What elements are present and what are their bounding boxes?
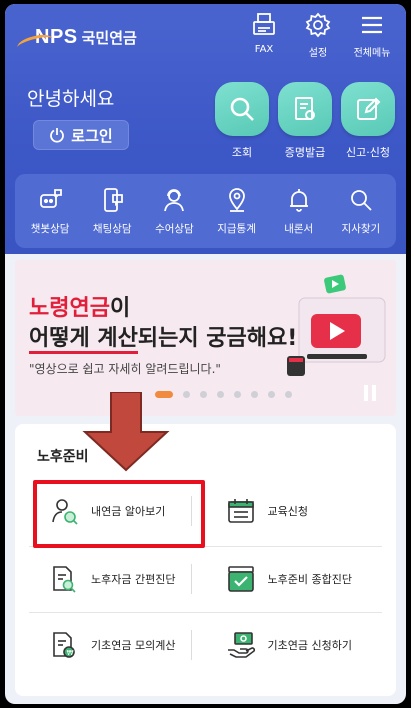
location-pin-icon: [228, 187, 245, 212]
coin-document-icon: ₩: [53, 632, 75, 658]
retirement-full-check-button[interactable]: 노후준비 종합진단: [206, 550, 383, 608]
slide-dot[interactable]: [183, 391, 190, 398]
all-menu-button[interactable]: 전체메뉴: [352, 12, 392, 59]
basic-pension-calc-label: 기초연금 모의계산: [91, 639, 176, 652]
chat-icon: [104, 187, 124, 212]
menu-payment-stats-label: 지급통계: [217, 222, 256, 235]
menu-sign-language-label: 수어상담: [155, 222, 194, 235]
quick-report-label: 신고·신청: [346, 146, 390, 159]
divider-vertical: [191, 564, 192, 594]
document-search-icon: [53, 566, 76, 593]
slide-dot[interactable]: [234, 391, 241, 398]
menu-chatbot[interactable]: 챗봇상담: [22, 187, 78, 236]
retirement-quick-check-button[interactable]: 노후자금 간편진단: [29, 550, 206, 608]
login-label: 로그인: [71, 126, 113, 145]
promo-banner[interactable]: 노령연금이 어떻게 계산되는지 궁금해요! "영상으로 쉽고 자세히 알려드립니…: [15, 260, 396, 416]
card-row-2: 노후자금 간편진단 노후준비 종합진단: [29, 550, 382, 608]
slide-indicator: [155, 391, 292, 398]
menu-icon: [362, 16, 382, 34]
menu-branch-search-label: 지사찾기: [341, 222, 381, 235]
pause-icon: [364, 385, 368, 401]
hand-money-icon: [227, 632, 255, 658]
basic-pension-apply-button[interactable]: 기초연금 신청하기: [206, 616, 383, 674]
card-row-3: ₩ 기초연금 모의계산 기초연금 신청하기: [29, 616, 382, 674]
banner-underlined-text: 어떻게 계산: [29, 326, 138, 354]
slide-dot[interactable]: [268, 391, 275, 398]
basic-pension-apply-label: 기초연금 신청하기: [267, 639, 352, 652]
quick-search-label: 조회: [231, 146, 253, 159]
power-icon: [50, 128, 65, 143]
logo-kr-text: 국민연금: [81, 28, 137, 47]
settings-label: 설정: [308, 48, 328, 59]
annotation-arrow: [82, 392, 170, 472]
quick-report-button[interactable]: 신고·신청: [341, 82, 395, 160]
pause-button[interactable]: [364, 385, 378, 401]
report-tile: [341, 82, 395, 136]
settings-icon: [305, 12, 331, 38]
headset-person-icon: [164, 188, 185, 211]
all-menu-label: 전체메뉴: [353, 48, 391, 59]
divider-horizontal: [29, 612, 382, 613]
calendar-icon: [227, 499, 254, 523]
slide-dot[interactable]: [217, 391, 224, 398]
menu-sign-language[interactable]: 수어상담: [146, 187, 202, 236]
certificate-icon: [295, 97, 315, 120]
retirement-quick-check-label: 노후자금 간편진단: [91, 573, 176, 586]
svg-text:₩: ₩: [67, 649, 74, 657]
chatbot-icon: [40, 188, 62, 208]
fax-button[interactable]: FAX: [244, 12, 284, 59]
service-menu-panel: 챗봇상담 채팅상담 수어상담 지급통계 내론서 지사찾기: [15, 174, 396, 248]
banner-red-text: 노령연금: [29, 296, 110, 321]
menu-chatbot-label: 챗봇상담: [30, 222, 70, 235]
slide-dot[interactable]: [285, 391, 292, 398]
fax-label: FAX: [254, 44, 274, 55]
settings-button[interactable]: 설정: [298, 12, 338, 59]
banner-headline-2: 어떻게 계산되는지 궁금해요!: [29, 320, 298, 354]
basic-pension-calc-button[interactable]: ₩ 기초연금 모의계산: [29, 616, 206, 674]
top-icon-bar: FAX 설정 전체메뉴: [244, 12, 392, 59]
phone-screen: NPS 국민연금 FAX 설정 전체메뉴 안녕하세요 로그인 조회 증명발급 신…: [5, 4, 406, 704]
retirement-card: 노후준비 내연금 알아보기 교육신청 노후자금 간편진단 노후준비 종합진단 ₩…: [15, 424, 396, 696]
certificate-tile: [278, 82, 332, 136]
banner-headline-1: 노령연금이: [29, 290, 130, 322]
banner-headline-1-rest: 이: [109, 296, 131, 321]
greeting-text: 안녕하세요: [27, 88, 115, 110]
bell-icon: [289, 188, 308, 212]
search-icon: [230, 97, 254, 121]
checklist-icon: [227, 566, 254, 592]
annotation-highlight-box: [33, 480, 205, 548]
banner-subtitle: "영상으로 쉽고 자세히 알려드립니다.": [29, 362, 221, 376]
fax-icon: [253, 13, 275, 35]
logo-swoosh-icon: [15, 31, 55, 55]
video-player-illustration: [287, 274, 386, 376]
education-apply-label: 교육신청: [267, 505, 308, 518]
menu-chat-label: 채팅상담: [92, 222, 132, 235]
menu-payment-stats[interactable]: 지급통계: [209, 187, 265, 236]
login-button[interactable]: 로그인: [33, 120, 129, 150]
retirement-full-check-label: 노후준비 종합진단: [267, 573, 352, 586]
menu-branch-search[interactable]: 지사찾기: [333, 187, 389, 236]
header-area: NPS 국민연금 FAX 설정 전체메뉴 안녕하세요 로그인 조회 증명발급 신…: [5, 4, 406, 254]
quick-certificate-button[interactable]: 증명발급: [278, 82, 332, 160]
quick-search-button[interactable]: 조회: [215, 82, 269, 160]
slide-dot[interactable]: [251, 391, 258, 398]
menu-notice[interactable]: 내론서: [271, 187, 327, 236]
divider-vertical: [191, 630, 192, 660]
edit-icon: [357, 97, 381, 120]
quick-certificate-label: 증명발급: [284, 146, 326, 159]
menu-notice-label: 내론서: [284, 222, 314, 235]
banner-headline-2-rest: 되는지 궁금해요!: [137, 326, 298, 351]
search-tile: [215, 82, 269, 136]
nps-logo[interactable]: NPS 국민연금: [15, 20, 137, 55]
education-apply-button[interactable]: 교육신청: [206, 482, 383, 540]
slide-dot[interactable]: [200, 391, 207, 398]
magnifier-icon: [350, 189, 372, 211]
menu-chat[interactable]: 채팅상담: [84, 187, 140, 236]
